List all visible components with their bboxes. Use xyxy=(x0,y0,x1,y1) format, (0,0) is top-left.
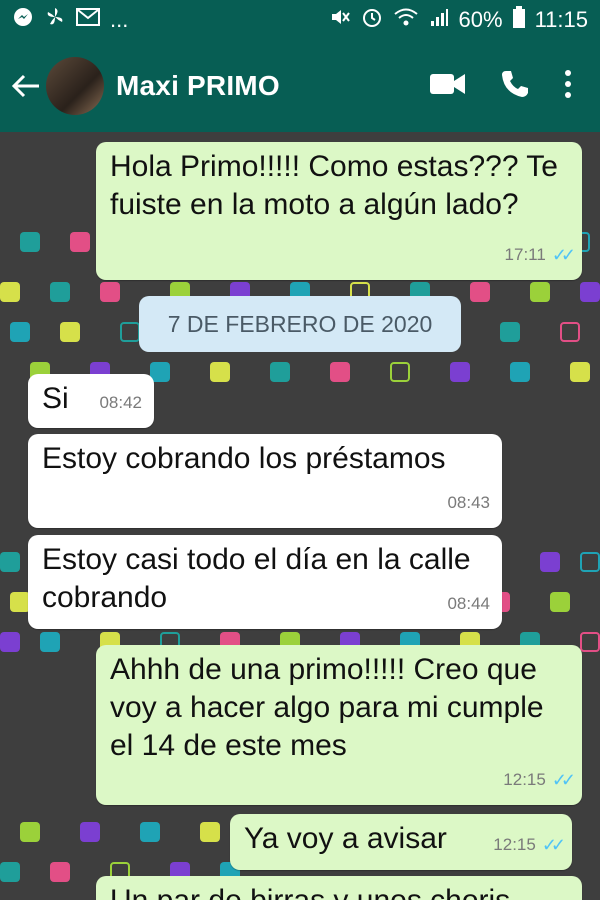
back-arrow-icon[interactable] xyxy=(0,40,52,132)
alarm-icon xyxy=(361,6,383,34)
system-status: 60% 11:15 xyxy=(329,6,588,34)
wallpaper-tile xyxy=(270,362,290,382)
wallpaper-tile xyxy=(50,282,70,302)
notification-icons: ... xyxy=(12,6,128,34)
wallpaper-tile xyxy=(0,862,20,882)
message-text: Si xyxy=(42,382,69,415)
wallpaper-tile xyxy=(530,282,550,302)
wallpaper-tile xyxy=(60,322,80,342)
wallpaper-tile xyxy=(580,282,600,302)
wallpaper-tile xyxy=(10,322,30,342)
more-notifications: ... xyxy=(110,7,129,32)
double-check-icon: ✓✓ xyxy=(551,245,576,265)
message-text: Ahhh de una primo!!!!! Creo que voy a ha… xyxy=(110,653,544,762)
double-check-icon: ✓✓ xyxy=(541,835,566,855)
wallpaper-tile xyxy=(560,322,580,342)
wallpaper-tile xyxy=(540,552,560,572)
message-bubble-incoming[interactable]: Estoy cobrando los préstamos 08:43 xyxy=(28,434,502,528)
messenger-icon xyxy=(12,6,34,34)
fan-icon xyxy=(44,6,66,34)
wallpaper-tile xyxy=(580,552,600,572)
message-bubble-outgoing[interactable]: Ya voy a avisar 12:15 ✓✓ xyxy=(230,814,572,870)
wallpaper-tile xyxy=(100,282,120,302)
header-actions xyxy=(430,69,572,104)
wallpaper-tile xyxy=(510,362,530,382)
mute-icon xyxy=(329,6,351,34)
wallpaper-tile xyxy=(390,362,410,382)
phone-icon[interactable] xyxy=(500,69,530,104)
gmail-icon xyxy=(76,7,100,33)
wallpaper-tile xyxy=(0,552,20,572)
wallpaper-tile xyxy=(80,822,100,842)
wallpaper-tile xyxy=(210,362,230,382)
date-separator: 7 DE FEBRERO DE 2020 xyxy=(139,296,461,352)
wifi-icon xyxy=(393,7,419,33)
wallpaper-tile xyxy=(450,362,470,382)
signal-icon xyxy=(429,7,449,33)
message-text: Hola Primo!!!!! Como estas??? Te fuiste … xyxy=(110,150,558,221)
wallpaper-tile xyxy=(20,822,40,842)
double-check-icon: ✓✓ xyxy=(551,770,576,790)
wallpaper-tile xyxy=(120,322,140,342)
wallpaper-tile xyxy=(40,632,60,652)
battery-icon xyxy=(512,6,525,34)
message-time: 08:43 xyxy=(447,493,490,512)
message-text: Un par de birras y unos choris xyxy=(110,884,510,900)
wallpaper-tile xyxy=(500,322,520,342)
message-bubble-outgoing[interactable]: Ahhh de una primo!!!!! Creo que voy a ha… xyxy=(96,645,582,805)
message-text: Estoy cobrando los préstamos xyxy=(42,442,446,475)
wallpaper-tile xyxy=(0,632,20,652)
video-call-icon[interactable] xyxy=(430,72,466,101)
battery-percent: 60% xyxy=(458,7,503,32)
wallpaper-tile xyxy=(140,822,160,842)
more-options-icon[interactable] xyxy=(564,69,572,104)
chat-header: Maxi PRIMO xyxy=(0,40,600,132)
message-text: Estoy casi todo el día en la calle cobra… xyxy=(42,543,471,614)
wallpaper-tile xyxy=(550,592,570,612)
wallpaper-tile xyxy=(20,232,40,252)
clock: 11:15 xyxy=(534,7,588,32)
wallpaper-tile xyxy=(200,822,220,842)
wallpaper-tile xyxy=(330,362,350,382)
message-bubble-outgoing[interactable]: Un par de birras y unos choris xyxy=(96,876,582,900)
wallpaper-tile xyxy=(50,862,70,882)
wallpaper-tile xyxy=(580,632,600,652)
message-bubble-incoming[interactable]: Estoy casi todo el día en la calle cobra… xyxy=(28,535,502,629)
wallpaper-tile xyxy=(570,362,590,382)
chat-area[interactable]: Hola Primo!!!!! Como estas??? Te fuiste … xyxy=(0,132,600,900)
wallpaper-tile xyxy=(0,282,20,302)
contact-avatar[interactable] xyxy=(46,57,104,115)
message-text: Ya voy a avisar xyxy=(244,822,447,855)
status-bar: ... 60% 11:15 xyxy=(0,0,600,40)
wallpaper-tile xyxy=(470,282,490,302)
contact-name[interactable]: Maxi PRIMO xyxy=(116,70,430,102)
message-time: 08:42 xyxy=(99,393,142,412)
message-time: 17:11 xyxy=(504,245,546,264)
message-time: 12:15 xyxy=(503,770,546,789)
message-time: 08:44 xyxy=(447,594,490,613)
message-bubble-incoming[interactable]: Si 08:42 xyxy=(28,374,154,428)
message-time: 12:15 xyxy=(493,835,536,854)
wallpaper-tile xyxy=(70,232,90,252)
wallpaper-tile xyxy=(10,592,30,612)
message-bubble-outgoing[interactable]: Hola Primo!!!!! Como estas??? Te fuiste … xyxy=(96,142,582,280)
